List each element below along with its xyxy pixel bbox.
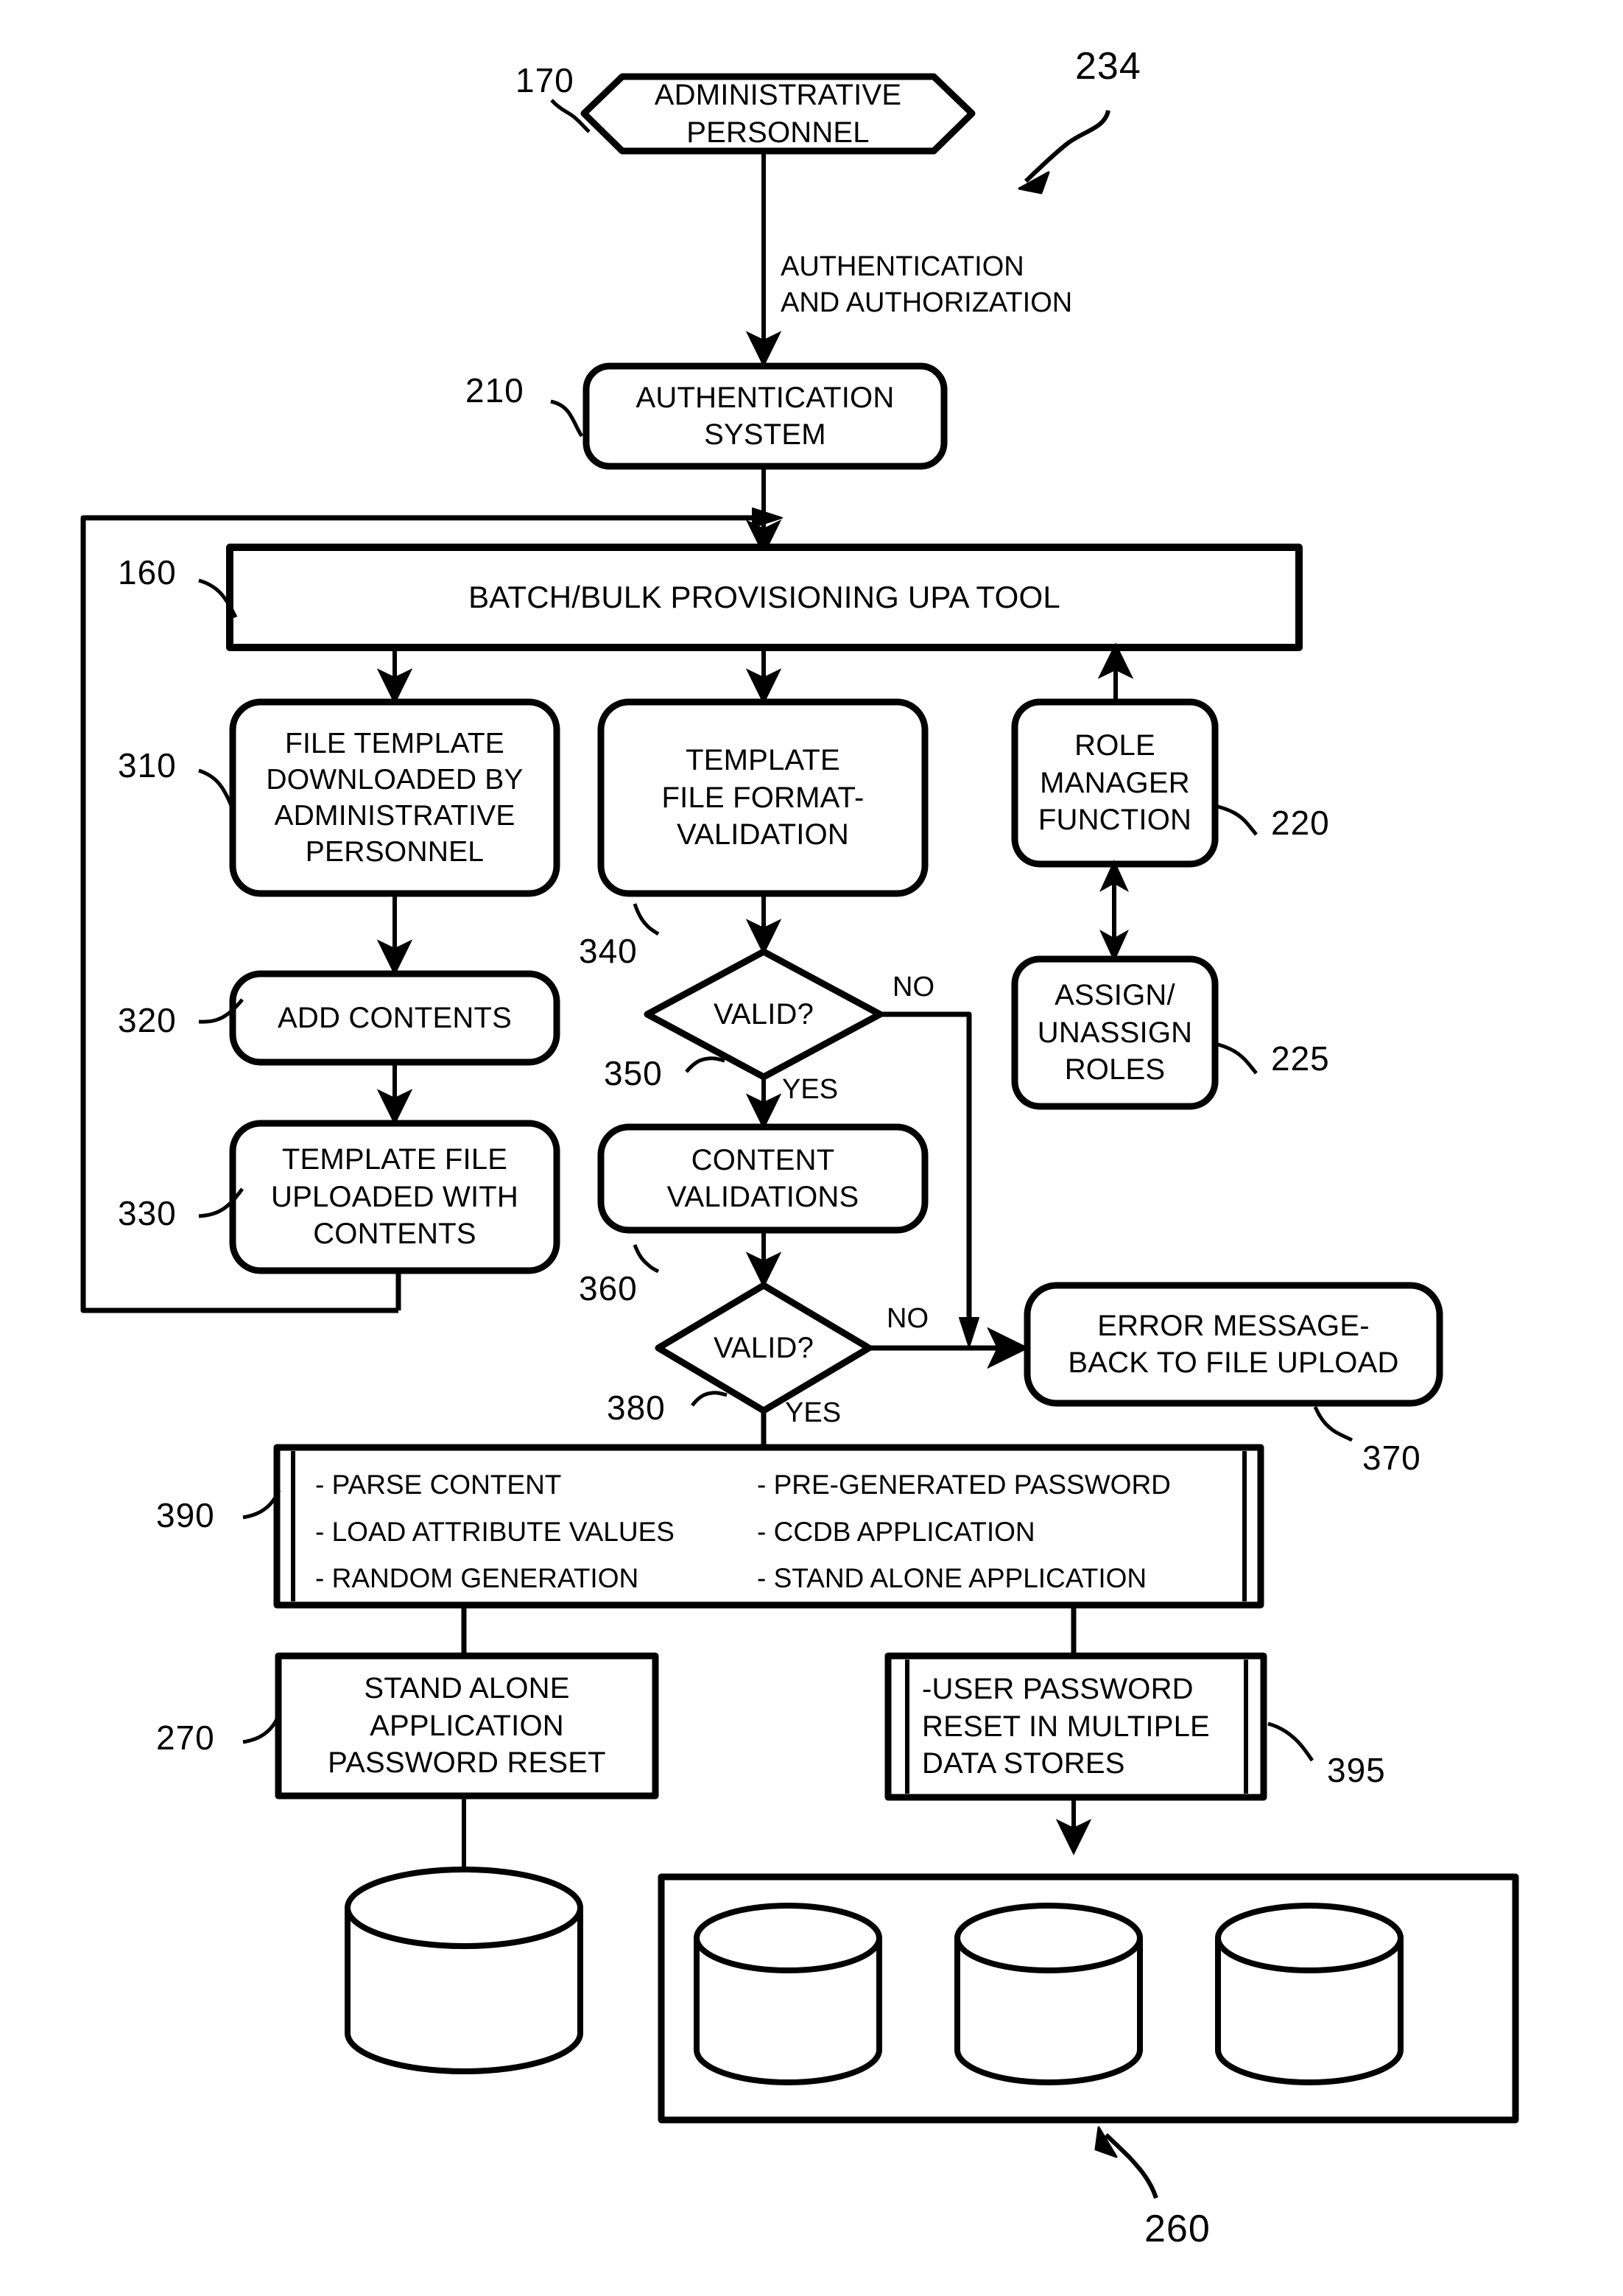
cylinder-standalone-datastore: [345, 1867, 583, 2074]
cylinder-datastore-3: [1215, 1903, 1404, 2085]
lead-line-220: [1217, 804, 1258, 836]
ref-number-360: 360: [579, 1269, 638, 1307]
decision-valid-2: [655, 1282, 873, 1414]
box-template-file-uploaded: [229, 1120, 560, 1274]
edge-label-no-2: NO: [887, 1303, 929, 1334]
ref-number-160: 160: [118, 553, 177, 591]
edge-label-yes-1: YES: [782, 1074, 839, 1105]
ref-number-210: 210: [465, 371, 524, 410]
ref-number-390: 390: [156, 1496, 215, 1534]
box-upa-tool: [226, 544, 1303, 651]
lead-line-225: [1217, 1042, 1258, 1075]
ref-number-234: 234: [1075, 45, 1141, 88]
box-user-password-reset-multi: [884, 1652, 1267, 1801]
ref-number-380: 380: [607, 1389, 666, 1427]
box-error-message: [1024, 1282, 1443, 1407]
ref-number-260: 260: [1144, 2208, 1211, 2250]
decision1-no-arrowhead: [959, 1317, 979, 1348]
lead-line-370: [1313, 1405, 1353, 1442]
box-role-manager-function: [1011, 698, 1219, 868]
hexagon-administrative-personnel: [580, 73, 976, 155]
ref-number-220: 220: [1271, 804, 1330, 842]
edge-label-no-1: NO: [893, 972, 934, 1003]
cylinder-datastore-1: [694, 1903, 882, 2085]
ref-number-170: 170: [515, 61, 574, 99]
lead-line-360: [633, 1244, 660, 1274]
box-template-format-validation: [597, 698, 929, 897]
box-file-template-downloaded: [229, 698, 560, 897]
ref-number-320: 320: [118, 1001, 177, 1039]
ref-number-310: 310: [118, 746, 177, 784]
edge-label-yes-2: YES: [785, 1397, 842, 1428]
patent-figure-canvas: 234 ADMINISTRATIVE PERSONNEL 170 AUTHENT…: [0, 0, 1623, 2296]
ref-number-270: 270: [156, 1719, 215, 1757]
feedback-arrowhead: [752, 508, 783, 528]
lead-line-310: [198, 768, 236, 814]
diagram-vector-layer: [80, 73, 1519, 2199]
cylinder-datastore-2: [954, 1903, 1143, 2085]
box-content-validations: [597, 1123, 929, 1234]
decision-valid-1: [644, 948, 884, 1081]
ref-number-340: 340: [579, 932, 638, 970]
box-add-contents: [229, 970, 560, 1066]
ref-number-330: 330: [118, 1194, 177, 1232]
lead-line-395: [1267, 1721, 1314, 1762]
ref-number-395: 395: [1327, 1751, 1386, 1789]
ref-number-370: 370: [1362, 1439, 1421, 1477]
processing-options-right-column: - PRE-GENERATED PASSWORD - CCDB APPLICAT…: [757, 1470, 1171, 1594]
box-authentication-system: [582, 362, 948, 470]
lead-line-380: [691, 1391, 728, 1407]
lead-line-270: [242, 1713, 281, 1744]
processing-options-left-column: - PARSE CONTENT - LOAD ATTRIBUTE VALUES …: [315, 1470, 675, 1594]
lead-line-350: [685, 1056, 725, 1073]
lead-line-234: [1024, 110, 1110, 183]
box-standalone-password-reset: [275, 1652, 659, 1800]
lead-line-260: [1104, 2132, 1158, 2199]
ref-number-225: 225: [1271, 1039, 1330, 1078]
box-assign-unassign-roles: [1011, 955, 1219, 1110]
lead-line-210: [550, 399, 584, 438]
ref-number-350: 350: [604, 1054, 663, 1092]
lead-line-340: [633, 903, 660, 936]
edge-label-authentication-authorization: AUTHENTICATION AND AUTHORIZATION: [781, 251, 1073, 319]
